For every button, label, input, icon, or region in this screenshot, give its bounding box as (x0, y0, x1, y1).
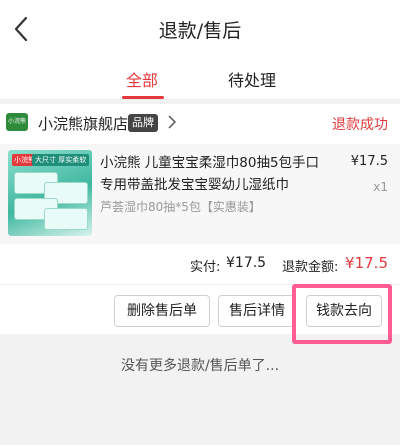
tab-pending[interactable]: 待处理 (228, 67, 276, 91)
chevron-right-icon[interactable] (167, 115, 177, 129)
product-thumbnail[interactable]: 小浣熊 大尺寸 厚实柔软 (8, 150, 92, 236)
refund-details-button[interactable]: 售后详情 (218, 295, 296, 327)
paid-label: 实付: (190, 260, 221, 275)
highlight-box (292, 284, 392, 344)
refund-amount: ¥17.5 (345, 254, 388, 272)
product-spec: 芦荟湿巾80抽*5包【实惠装】 (100, 200, 261, 214)
wipes-pack-image (44, 208, 88, 230)
shop-row[interactable]: 小浣熊 小浣熊旗舰店 品牌 退款成功 (0, 104, 400, 140)
page-title: 退款/售后 (158, 20, 242, 42)
tab-all[interactable]: 全部 (126, 67, 158, 91)
brand-badge: 品牌 (128, 114, 158, 132)
no-more-orders-text: 没有更多退款/售后单了... (120, 358, 280, 374)
amount-summary: 实付: ¥17.5 退款金额: ¥17.5 (0, 254, 400, 276)
product-row[interactable]: 小浣熊 大尺寸 厚实柔软 小浣熊 儿童宝宝柔湿巾80抽5包手口专用带盖批发宝宝婴… (0, 144, 400, 244)
thumbnail-tag-label: 大尺寸 厚实柔软 (32, 154, 90, 166)
refund-status: 退款成功 (332, 117, 388, 133)
filter-tabs: 全部 待处理 (0, 58, 400, 100)
product-price: ¥17.5 (350, 154, 388, 169)
product-quantity: x1 (373, 180, 388, 194)
top-bar: 退款/售后 (0, 0, 400, 58)
paid-amount: ¥17.5 (226, 255, 267, 271)
shop-name[interactable]: 小浣熊旗舰店 (38, 113, 128, 134)
delete-refund-order-button[interactable]: 删除售后单 (114, 295, 210, 327)
refund-amount-label: 退款金额: (282, 260, 339, 275)
active-tab-indicator (122, 96, 164, 99)
shop-logo: 小浣熊 (6, 113, 28, 131)
product-name[interactable]: 小浣熊 儿童宝宝柔湿巾80抽5包手口专用带盖批发宝宝婴幼儿湿纸巾 (100, 152, 332, 196)
